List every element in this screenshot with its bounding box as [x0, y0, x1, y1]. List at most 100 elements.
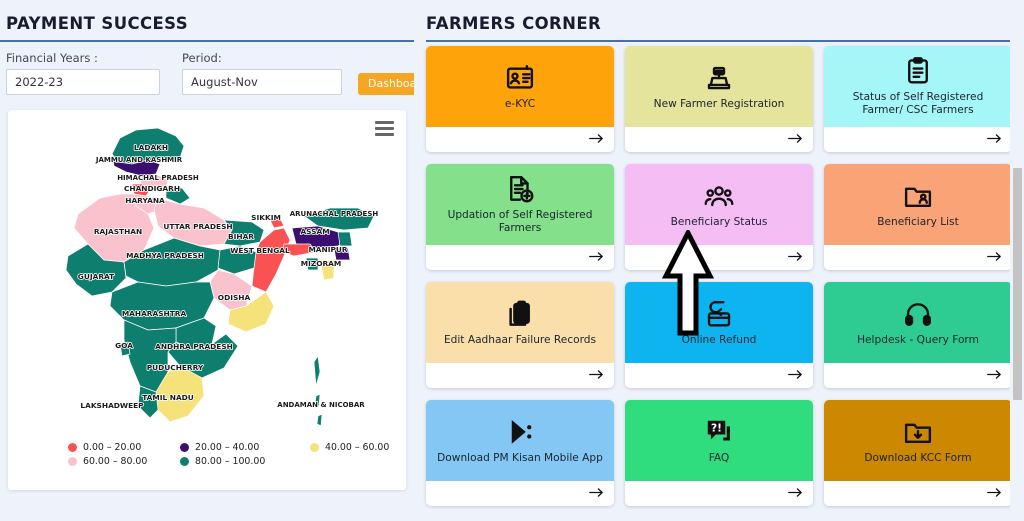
cash-register-icon [704, 61, 734, 95]
people-group-icon [704, 179, 734, 213]
tile-footer[interactable] [824, 127, 1012, 152]
tile-label: Download KCC Form [864, 451, 972, 464]
legend-color-dot [310, 442, 319, 452]
tile-beneficiary-list[interactable]: Beneficiary List [824, 164, 1012, 270]
tile-label: Beneficiary List [877, 215, 959, 228]
period-input[interactable] [182, 69, 342, 95]
map-label-haryana: HARYANA [125, 196, 165, 205]
tile-label: New Farmer Registration [653, 97, 785, 110]
tile-faq[interactable]: ?! FAQ [625, 400, 813, 506]
map-label-chandigarh: CHANDIGARH [124, 184, 180, 193]
map-label-gujarat: GUJARAT [78, 272, 114, 281]
tile-body: Status of Self Registered Farmer/ CSC Fa… [824, 46, 1012, 127]
arrow-right-icon[interactable] [589, 130, 604, 149]
period-group: Period: [182, 51, 342, 95]
map-legend: 0.00 – 20.00 20.00 – 40.00 40.00 – 60.00 60… [68, 440, 398, 468]
tile-footer[interactable] [625, 363, 813, 388]
map-label-himachal-pradesh: HIMACHAL PRADESH [117, 174, 199, 182]
arrow-right-icon[interactable] [987, 366, 1002, 385]
folder-download-icon [903, 415, 933, 449]
state-andaman [313, 355, 323, 427]
map-label-sikkim: SIKKIM [251, 213, 281, 222]
arrow-right-icon[interactable] [589, 366, 604, 385]
arrow-right-icon[interactable] [987, 130, 1002, 149]
arrow-right-icon[interactable] [987, 484, 1002, 503]
page-scrollbar-track[interactable] [1010, 0, 1024, 521]
arrow-right-icon[interactable] [788, 484, 803, 503]
tile-footer[interactable] [426, 481, 614, 506]
arrow-right-icon[interactable] [788, 248, 803, 267]
legend-label: 40.00 – 60.00 [325, 441, 390, 453]
tile-new-farmer-registration[interactable]: New Farmer Registration [625, 46, 813, 152]
tile-download-kcc-form[interactable]: Download KCC Form [824, 400, 1012, 506]
tile-body: Beneficiary Status [625, 164, 813, 245]
tile-online-refund[interactable]: Online Refund [625, 282, 813, 388]
tile-body: Edit Aadhaar Failure Records [426, 282, 614, 363]
map-label-goa: GOA [115, 341, 133, 350]
map-label-odisha: ODISHA [218, 293, 251, 302]
tile-body: Online Refund [625, 282, 813, 363]
map-label-bihar: BIHAR [228, 232, 254, 241]
faq-bubble-icon: ?! [704, 415, 734, 449]
tile-footer[interactable] [824, 363, 1012, 388]
tile-label: Beneficiary Status [670, 215, 768, 228]
dashboard-button[interactable]: Dashboard [358, 73, 414, 95]
tile-helpdesk-query-form[interactable]: Helpdesk - Query Form [824, 282, 1012, 388]
map-label-madhya-pradesh: MADHYA PRADESH [126, 251, 204, 260]
tile-body: Updation of Self Registered Farmers [426, 164, 614, 245]
tile-footer[interactable] [625, 245, 813, 270]
tile-footer[interactable] [625, 127, 813, 152]
map-label-assam: ASSAM [300, 227, 329, 236]
title-divider [0, 40, 414, 42]
tile-footer[interactable] [824, 245, 1012, 270]
map-label-andaman-nicobar: ANDAMAN & NICOBAR [277, 401, 365, 409]
page-title: PAYMENT SUCCESS [6, 14, 189, 33]
financial-year-label: Financial Years : [6, 51, 98, 65]
payment-success-panel: PAYMENT SUCCESS Financial Years : Period… [0, 0, 414, 521]
map-label-rajasthan: RAJASTHAN [94, 227, 142, 236]
refund-card-icon [704, 297, 734, 331]
tile-label: Online Refund [681, 333, 757, 346]
tile-footer[interactable] [625, 481, 813, 506]
tile-edit-aadhaar-failure-records[interactable]: Edit Aadhaar Failure Records [426, 282, 614, 388]
map-label-puducherry: PUDUCHERRY [147, 363, 204, 372]
state-nagaland [337, 231, 353, 247]
tile-e-kyc[interactable]: e-KYC [426, 46, 614, 152]
financial-year-input[interactable] [6, 69, 160, 95]
map-label-maharashtra: MAHARASHTRA [122, 309, 187, 318]
map-label-jammu-and-kashmir: JAMMU AND KASHMIR [95, 156, 183, 164]
tile-body: New Farmer Registration [625, 46, 813, 127]
legend-item: 40.00 – 60.00 [310, 442, 398, 453]
state-chhattisgarh [209, 269, 253, 311]
legend-item: 60.00 – 80.00 [68, 456, 180, 467]
tile-footer[interactable] [426, 245, 614, 270]
map-label-mizoram: MIZORAM [301, 259, 342, 268]
document-plus-icon [505, 172, 535, 206]
tile-label: Edit Aadhaar Failure Records [443, 333, 597, 346]
farmers-corner-divider [426, 40, 1012, 42]
tile-footer[interactable] [824, 481, 1012, 506]
arrow-right-icon[interactable] [589, 484, 604, 503]
page-root: PAYMENT SUCCESS Financial Years : Period… [0, 0, 1024, 521]
clipboard-icon [903, 54, 933, 88]
page-scrollbar-thumb[interactable] [1013, 168, 1022, 400]
financial-year-group: Financial Years : [6, 51, 160, 95]
arrow-right-icon[interactable] [589, 248, 604, 267]
farmers-corner-title: FARMERS CORNER [426, 14, 602, 33]
tile-footer[interactable] [426, 363, 614, 388]
arrow-right-icon[interactable] [987, 248, 1002, 267]
legend-item: 20.00 – 40.00 [180, 442, 310, 453]
tile-status-of-self-registered-farmer-csc-farmers[interactable]: Status of Self Registered Farmer/ CSC Fa… [824, 46, 1012, 152]
legend-label: 60.00 – 80.00 [83, 455, 148, 467]
legend-color-dot [180, 442, 189, 452]
tile-footer[interactable] [426, 127, 614, 152]
arrow-right-icon[interactable] [788, 130, 803, 149]
tile-body: Download KCC Form [824, 400, 1012, 481]
tile-updation-of-self-registered-farmers[interactable]: Updation of Self Registered Farmers [426, 164, 614, 270]
legend-item: 80.00 – 100.00 [180, 456, 310, 467]
tile-beneficiary-status[interactable]: Beneficiary Status [625, 164, 813, 270]
india-choropleth-map[interactable]: LADAKH JAMMU AND KASHMIR HIMACHAL PRADESH C… [8, 110, 406, 430]
tile-download-pm-kisan-mobile-app[interactable]: Download PM Kisan Mobile App [426, 400, 614, 506]
arrow-right-icon[interactable] [788, 366, 803, 385]
legend-color-dot [68, 456, 77, 466]
